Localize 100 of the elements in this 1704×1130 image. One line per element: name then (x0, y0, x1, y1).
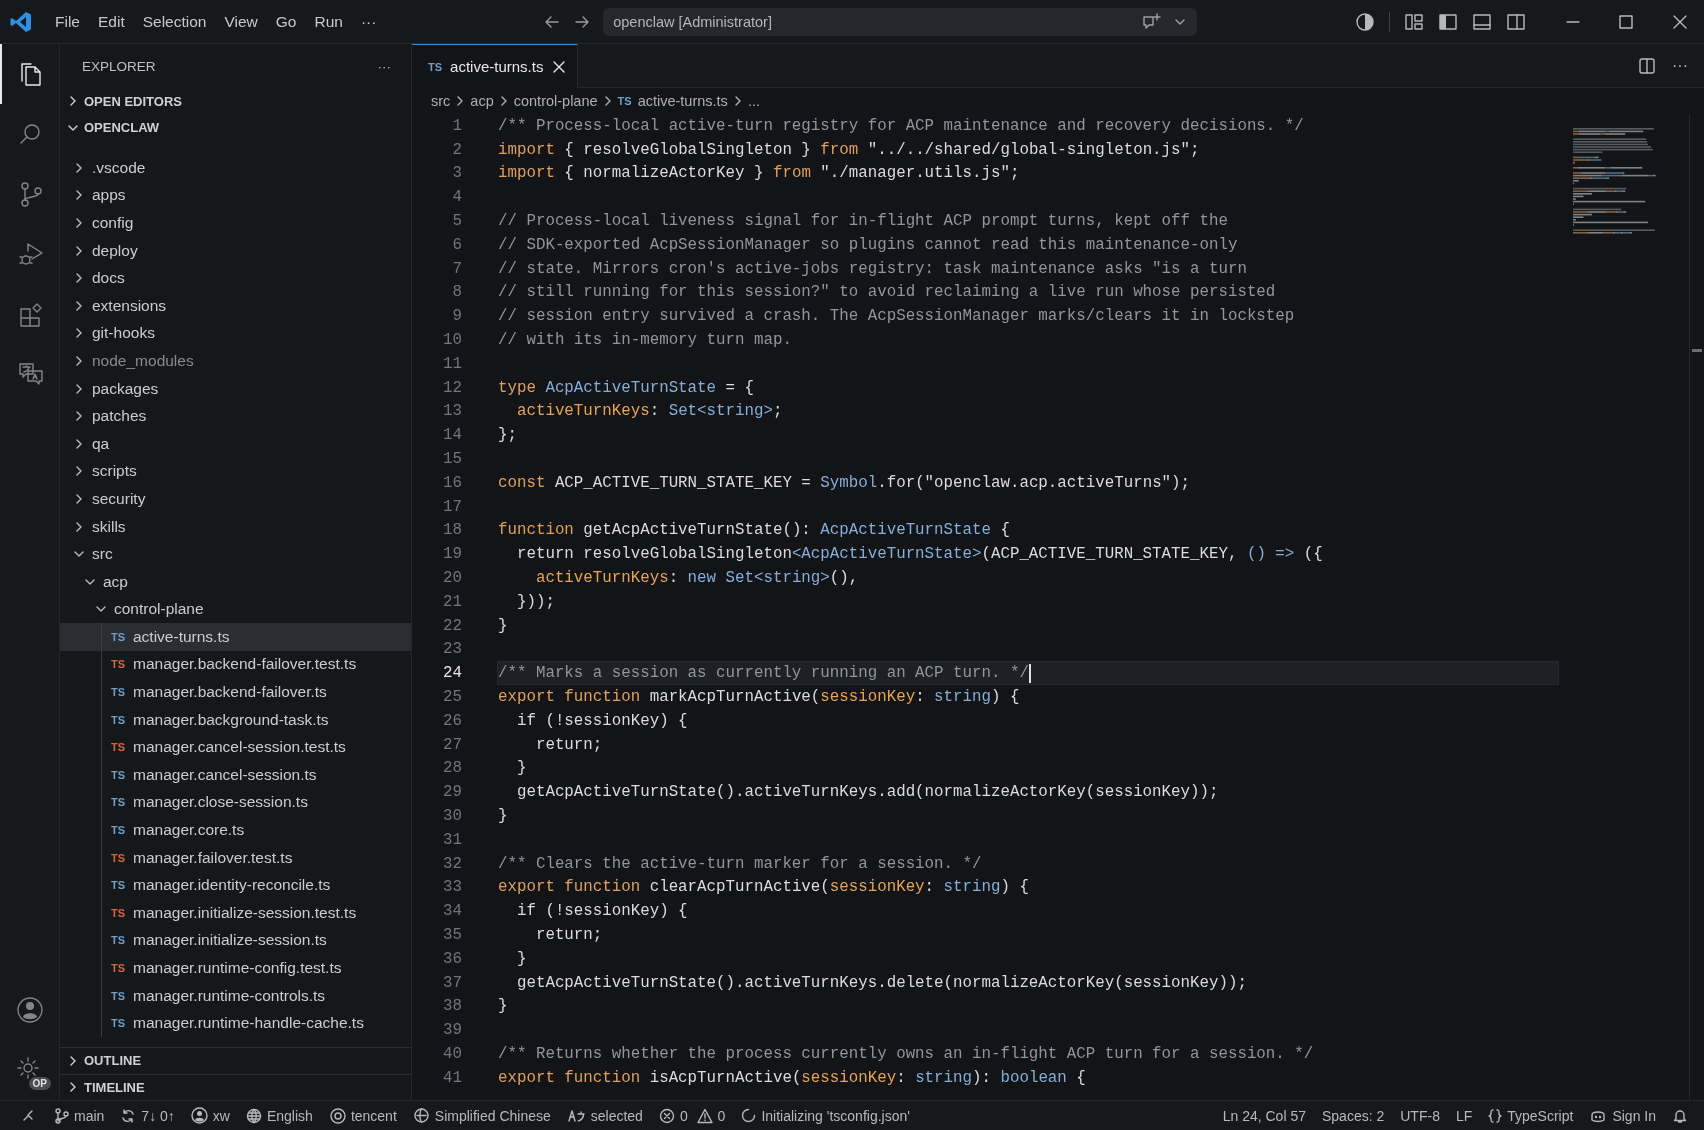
tree-item[interactable]: qa (60, 429, 411, 458)
tree-item[interactable]: config (60, 209, 411, 237)
status-item[interactable]: Sign In (1581, 1107, 1664, 1124)
tree-item[interactable]: security (60, 485, 411, 513)
tree-item[interactable]: packages (60, 374, 411, 403)
menu-item[interactable]: File (46, 8, 89, 35)
status-item[interactable]: Ln 24, Col 57 (1214, 1107, 1314, 1124)
minimize-icon (1566, 20, 1580, 23)
tree-item[interactable]: TS manager.failover.test.ts (60, 843, 411, 872)
tree-item[interactable]: scripts (60, 457, 411, 486)
menu-item[interactable]: View (215, 8, 267, 35)
line-number: 41 (442, 1068, 462, 1087)
app-logo (10, 10, 32, 33)
tree-item[interactable]: TS active-turns.ts (60, 623, 411, 651)
status-item[interactable]: LF (1447, 1107, 1481, 1124)
status-item[interactable]: UTF-8 (1392, 1107, 1448, 1124)
status-item[interactable]: English (237, 1107, 321, 1124)
code-line: // with its in-memory turn map. (497, 330, 793, 352)
tree-item[interactable]: TS manager.backend-failover.test.ts (60, 650, 411, 679)
breadcrumb[interactable]: TS active-turns.ts (617, 93, 728, 109)
status-item[interactable]: selected (558, 1107, 651, 1124)
tree-item[interactable]: TS manager.runtime-handle-cache.ts (60, 1009, 411, 1037)
line-number: 38 (442, 997, 462, 1016)
code-line: getAcpActiveTurnState().activeTurnKeys.delete(normalizeActorKey(sessionKey)); (515, 972, 1248, 994)
status-item[interactable]: Spaces: 2 (1314, 1107, 1393, 1124)
breadcrumb[interactable]: acp (470, 93, 494, 109)
tree-item[interactable]: patches (60, 402, 411, 430)
tree-item[interactable]: .vscode (60, 154, 411, 182)
bell-icon (1672, 1107, 1688, 1124)
tree-item[interactable]: src (60, 540, 411, 568)
status-item[interactable]: TypeScript (1480, 1107, 1582, 1124)
tree-item[interactable]: TS manager.backend-failover.ts (60, 678, 411, 706)
tree-item[interactable]: docs (60, 264, 411, 292)
section-header[interactable]: OUTLINE (60, 1047, 411, 1074)
more-actions-button[interactable]: ··· (377, 58, 391, 74)
tree-item[interactable]: TS manager.close-session.ts (60, 788, 411, 817)
line-number: 9 (451, 307, 462, 326)
line-number: 34 (442, 902, 462, 921)
tree-item[interactable]: git-hooks (60, 319, 411, 348)
code-line: // Process-local liveness signal for in-flight ACP prompt turns, kept off the (497, 211, 1229, 233)
tree-item[interactable]: skills (60, 512, 411, 541)
tree-item[interactable]: TS manager.core.ts (60, 816, 411, 844)
tree-item[interactable]: TS manager.cancel-session.test.ts (60, 733, 411, 762)
warning-icon (696, 1107, 713, 1124)
breadcrumb[interactable]: ... (747, 93, 760, 109)
status-item[interactable]: Simplified Chinese (404, 1107, 559, 1124)
code-line: export function isAcpTurnActive(sessionKey: string): boolean { (497, 1067, 1087, 1089)
status-item[interactable]: 7↓ 0↑ (112, 1107, 183, 1124)
tree-item[interactable]: deploy (60, 236, 411, 265)
tree-item[interactable]: TS manager.initialize-session.test.ts (60, 899, 411, 927)
sidebar-title: EXPLORER (82, 58, 157, 74)
close-icon (1672, 13, 1688, 30)
line-number: 18 (442, 521, 462, 540)
more-actions-button[interactable]: ··· (1672, 56, 1688, 75)
status-item[interactable]: main (46, 1107, 113, 1124)
line-number: 13 (442, 402, 462, 421)
tree-item[interactable]: TS manager.cancel-session.ts (60, 761, 411, 789)
command-center[interactable]: openclaw [Administrator] (603, 7, 1198, 36)
status-item[interactable]: xw (182, 1107, 238, 1124)
status-item[interactable]: tencent (320, 1107, 405, 1124)
tree-item[interactable]: apps (60, 181, 411, 210)
tree-item[interactable]: TS manager.background-task.ts (60, 705, 411, 734)
section-header[interactable]: OPEN EDITORS (60, 88, 411, 115)
tree-item[interactable]: acp (60, 567, 411, 596)
section-header[interactable]: OPENCLAW (60, 114, 411, 141)
tree-item[interactable]: TS manager.runtime-config.test.ts (60, 954, 411, 982)
menu-item[interactable]: Go (266, 8, 306, 35)
tree-item[interactable]: TS manager.initialize-session.ts (60, 926, 411, 955)
menu-item[interactable]: Edit (89, 8, 134, 35)
code-line: export function markAcpTurnActive(sessionKey: string) { (497, 687, 1021, 708)
menu-item[interactable]: Selection (133, 8, 216, 35)
tree-item[interactable]: TS manager.runtime-controls.ts (60, 981, 411, 1010)
code-line: // SDK-exported AcpSessionManager so plugins cannot read this maintenance-only (497, 234, 1239, 256)
line-number: 2 (451, 140, 462, 159)
code-line: return; (534, 734, 604, 756)
more-menu[interactable]: ··· (351, 8, 386, 35)
breadcrumb[interactable]: src (431, 93, 451, 109)
line-number: 22 (442, 616, 462, 635)
line-number: 33 (442, 878, 462, 897)
code-line: /** Returns whether the process currently owns an in-flight ACP turn for a session. */ (497, 1043, 1315, 1065)
code-line: } (497, 615, 509, 637)
line-number: 31 (442, 830, 462, 849)
breadcrumb[interactable]: control-plane (513, 93, 598, 109)
line-number: 24 (442, 664, 462, 683)
tree-item[interactable]: TS manager.identity-reconcile.ts (60, 871, 411, 900)
scrollbar-thumb[interactable] (1692, 349, 1702, 352)
code-line: // session entry survived a crash. The AcpSessionManager marks/clears it in lockstep (497, 306, 1296, 328)
editor-tab[interactable]: TS active-turns.ts (412, 44, 579, 88)
line-number: 8 (451, 283, 462, 302)
problems-status[interactable]: 0 0 (650, 1107, 734, 1124)
code-line: }; (497, 425, 518, 447)
status-item[interactable]: Initializing 'tsconfig.json' (733, 1107, 918, 1124)
manage-button[interactable]: OP (0, 1040, 59, 1100)
tree-item[interactable]: extensions (60, 291, 411, 320)
code-line: if (!sessionKey) { (515, 710, 689, 732)
tree-item[interactable]: node_modules (60, 347, 411, 375)
tree-item[interactable]: control-plane (60, 595, 411, 624)
code-line: export function clearAcpTurnActive(sessionKey: string) { (497, 877, 1030, 899)
code-line: // state. Mirrors cron's active-jobs registry: task maintenance asks "is a turn (497, 258, 1248, 280)
menu-item[interactable]: Run (305, 8, 352, 35)
